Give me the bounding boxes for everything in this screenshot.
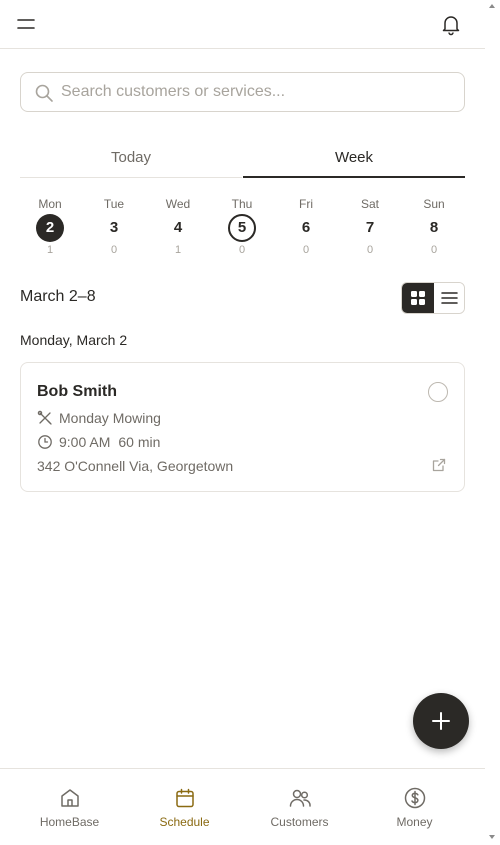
nav-label: Money	[396, 815, 433, 829]
nav-label: Customers	[270, 815, 329, 829]
nav-schedule[interactable]: Schedule	[127, 769, 242, 845]
day-number-selected: 2	[36, 214, 64, 242]
day-name: Thu	[231, 197, 253, 211]
day-name: Sat	[360, 197, 379, 211]
day-name: Mon	[38, 197, 62, 211]
day-tue[interactable]: Tue 3 0	[82, 196, 146, 260]
day-appointment-count: 1	[174, 244, 182, 256]
day-sun[interactable]: Sun 8 0	[402, 196, 466, 260]
users-icon	[289, 789, 311, 807]
list-view-icon	[441, 292, 458, 304]
day-sat[interactable]: Sat 7 0	[338, 196, 402, 260]
bottom-navigation: HomeBase Schedule Customers Money	[0, 768, 485, 845]
search-bar	[20, 72, 465, 112]
grid-view-icon	[411, 291, 425, 305]
app-root: Today Week Mon 2 1 Tue 3 0 Wed 4 1 Thu 5…	[0, 0, 485, 845]
day-number: 3	[109, 219, 119, 236]
complete-checkbox[interactable]	[428, 382, 448, 402]
scroll-up-arrow-icon[interactable]	[489, 4, 495, 8]
customer-name: Bob Smith	[37, 383, 117, 400]
nav-label: HomeBase	[39, 815, 100, 829]
search-input[interactable]	[61, 73, 456, 111]
hamburger-menu-icon	[17, 19, 35, 29]
day-appointment-count: 0	[366, 244, 374, 256]
external-link-icon[interactable]	[431, 457, 447, 473]
day-name: Wed	[165, 197, 191, 211]
day-number: 8	[429, 219, 439, 236]
day-wed[interactable]: Wed 4 1	[146, 196, 210, 260]
nav-customers[interactable]: Customers	[242, 769, 357, 845]
day-appointment-count: 0	[430, 244, 438, 256]
day-appointment-count: 0	[110, 244, 118, 256]
day-name: Fri	[299, 197, 313, 211]
nav-money[interactable]: Money	[357, 769, 472, 845]
time-row: 9:00 AM 60 min	[37, 433, 160, 451]
search-icon	[35, 84, 53, 102]
day-number: 4	[173, 219, 183, 236]
day-number: 7	[365, 219, 375, 236]
day-fri[interactable]: Fri 6 0	[274, 196, 338, 260]
day-name: Tue	[103, 197, 125, 211]
schedule-tabs: Today Week	[20, 140, 465, 178]
notifications-button[interactable]	[439, 12, 463, 36]
day-appointment-count: 1	[46, 244, 54, 256]
appointment-duration: 60 min	[118, 434, 161, 450]
tools-icon	[37, 410, 52, 425]
calendar-icon	[176, 788, 194, 808]
bell-icon	[442, 16, 460, 36]
home-icon	[61, 789, 79, 807]
tab-week[interactable]: Week	[243, 140, 465, 178]
grid-view-button[interactable]	[402, 283, 434, 313]
day-number-today: 5	[228, 214, 256, 242]
week-day-strip: Mon 2 1 Tue 3 0 Wed 4 1 Thu 5 0 Fri 6 0 …	[18, 196, 467, 260]
vertical-scrollbar[interactable]	[485, 0, 500, 845]
appointment-card[interactable]: Bob Smith Monday Mowing 9:00 AM 60 min 34…	[20, 362, 465, 492]
plus-icon	[432, 712, 450, 730]
dollar-circle-icon	[404, 787, 426, 809]
appointment-time: 9:00 AM	[59, 434, 111, 450]
day-thu[interactable]: Thu 5 0	[210, 196, 274, 260]
menu-button[interactable]	[14, 12, 38, 36]
address-text: 342 O'Connell Via, Georgetown	[37, 458, 234, 474]
day-appointment-count: 0	[302, 244, 310, 256]
nav-label: Schedule	[159, 815, 210, 829]
top-bar	[0, 0, 485, 49]
nav-homebase[interactable]: HomeBase	[12, 769, 127, 845]
tab-today[interactable]: Today	[20, 140, 242, 178]
day-appointment-count: 0	[238, 244, 246, 256]
clock-icon	[38, 435, 52, 449]
view-toggle	[401, 282, 465, 314]
day-number: 6	[301, 219, 311, 236]
day-section-heading: Monday, March 2	[20, 332, 128, 348]
list-view-button[interactable]	[434, 283, 464, 313]
scroll-down-arrow-icon[interactable]	[489, 835, 495, 839]
service-name: Monday Mowing	[59, 410, 161, 426]
add-appointment-button[interactable]	[413, 693, 469, 749]
day-mon[interactable]: Mon 2 1	[18, 196, 82, 260]
service-row: Monday Mowing	[37, 409, 161, 427]
week-range-title: March 2–8	[20, 288, 96, 305]
day-name: Sun	[423, 197, 445, 211]
